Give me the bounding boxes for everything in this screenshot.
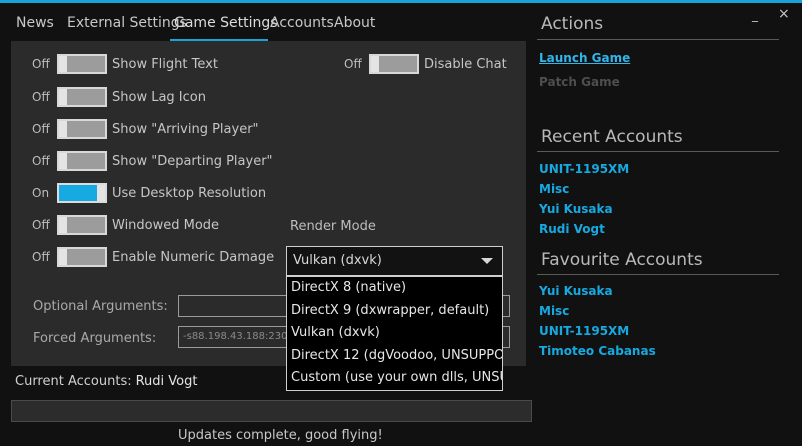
setting-label: Windowed Mode: [112, 217, 220, 233]
show-lag-icon-toggle[interactable]: [57, 87, 107, 107]
show-arriving-player-toggle[interactable]: [57, 119, 107, 139]
patch-game-link[interactable]: Patch Game: [539, 75, 620, 89]
setting-label: Disable Chat: [424, 56, 507, 72]
forced-arguments-input[interactable]: -s88.198.43.188:2302: [178, 326, 288, 348]
current-accounts-label: Current Accounts:: [15, 374, 132, 389]
render-mode-selected: Vulkan (dxvk): [293, 253, 382, 268]
setting-enable-numeric-damage: Off Enable Numeric Damage: [11, 247, 274, 267]
render-mode-option[interactable]: Vulkan (dxvk): [287, 322, 502, 345]
tab-game-settings[interactable]: Game Settings: [174, 13, 278, 41]
use-desktop-resolution-toggle[interactable]: [57, 183, 107, 203]
optional-arguments-label: Optional Arguments:: [33, 299, 168, 314]
favourite-account-link[interactable]: Yui Kusaka: [539, 284, 613, 298]
favourite-account-link[interactable]: UNIT-1195XM: [539, 324, 629, 338]
toggle-state: Off: [32, 122, 50, 136]
tab-bar: News External Settings Game Settings Acc…: [0, 3, 540, 41]
render-mode-dropdown-list: DirectX 8 (native) DirectX 9 (dxwrapper,…: [286, 276, 503, 391]
setting-windowed-mode: Off Windowed Mode: [11, 215, 219, 235]
recent-account-link[interactable]: UNIT-1195XM: [539, 162, 629, 176]
forced-arguments-input-edge: [502, 326, 510, 348]
setting-label: Show Flight Text: [112, 56, 218, 72]
setting-disable-chat: Off Disable Chat: [323, 54, 507, 74]
toggle-state: On: [32, 186, 50, 200]
current-accounts: Current Accounts: Rudi Vogt: [15, 374, 197, 389]
divider: [537, 151, 779, 152]
toggle-state: Off: [32, 57, 50, 71]
render-mode-select[interactable]: Vulkan (dxvk): [286, 246, 503, 276]
update-progress-bar: [11, 400, 532, 422]
setting-label: Show "Departing Player": [112, 153, 273, 169]
show-departing-player-toggle[interactable]: [57, 151, 107, 171]
actions-title: Actions: [541, 14, 604, 34]
enable-numeric-damage-toggle[interactable]: [57, 247, 107, 267]
setting-show-flight-text: Off Show Flight Text: [11, 54, 218, 74]
setting-label: Show Lag Icon: [112, 89, 206, 105]
favourite-accounts-title: Favourite Accounts: [541, 250, 703, 270]
favourite-account-link[interactable]: Misc: [539, 304, 569, 318]
show-flight-text-toggle[interactable]: [57, 54, 107, 74]
recent-account-link[interactable]: Yui Kusaka: [539, 202, 613, 216]
optional-arguments-input[interactable]: [178, 295, 288, 317]
render-mode-option[interactable]: Custom (use your own dlls, UNSUPPORTED): [287, 367, 502, 390]
minimize-button[interactable]: _: [752, 8, 758, 22]
disable-chat-toggle[interactable]: [369, 54, 419, 74]
setting-label: Show "Arriving Player": [112, 121, 259, 137]
tab-news[interactable]: News: [16, 13, 54, 41]
close-button[interactable]: ×: [778, 6, 790, 22]
forced-arguments-label: Forced Arguments:: [33, 331, 157, 346]
render-mode-option[interactable]: DirectX 8 (native): [287, 277, 502, 300]
render-mode-label: Render Mode: [290, 219, 376, 234]
toggle-state: Off: [32, 90, 50, 104]
chevron-down-icon: [481, 258, 493, 264]
windowed-mode-toggle[interactable]: [57, 215, 107, 235]
render-mode-option[interactable]: DirectX 9 (dxwrapper, default): [287, 300, 502, 323]
divider: [537, 274, 779, 275]
setting-show-departing-player: Off Show "Departing Player": [11, 151, 273, 171]
divider: [537, 39, 779, 40]
optional-arguments-input-edge: [502, 295, 510, 317]
toggle-state: Off: [344, 57, 362, 71]
recent-accounts-title: Recent Accounts: [541, 127, 683, 147]
setting-label: Use Desktop Resolution: [112, 185, 267, 201]
tab-accounts[interactable]: Accounts: [270, 13, 334, 41]
setting-label: Enable Numeric Damage: [112, 249, 275, 265]
current-accounts-value: Rudi Vogt: [135, 374, 198, 389]
tab-external-settings[interactable]: External Settings: [67, 13, 187, 41]
toggle-state: Off: [32, 218, 50, 232]
recent-account-link[interactable]: Misc: [539, 182, 569, 196]
tab-about[interactable]: About: [334, 13, 375, 41]
toggle-state: Off: [32, 154, 50, 168]
toggle-state: Off: [32, 250, 50, 264]
render-mode-option[interactable]: DirectX 12 (dgVoodoo, UNSUPPORTED): [287, 345, 502, 368]
setting-show-arriving-player: Off Show "Arriving Player": [11, 119, 259, 139]
favourite-account-link[interactable]: Timoteo Cabanas: [539, 344, 656, 358]
status-text: Updates complete, good flying!: [178, 428, 383, 443]
recent-account-link[interactable]: Rudi Vogt: [539, 222, 605, 236]
launch-game-link[interactable]: Launch Game: [539, 51, 630, 65]
setting-show-lag-icon: Off Show Lag Icon: [11, 87, 206, 107]
setting-use-desktop-resolution: On Use Desktop Resolution: [11, 183, 266, 203]
